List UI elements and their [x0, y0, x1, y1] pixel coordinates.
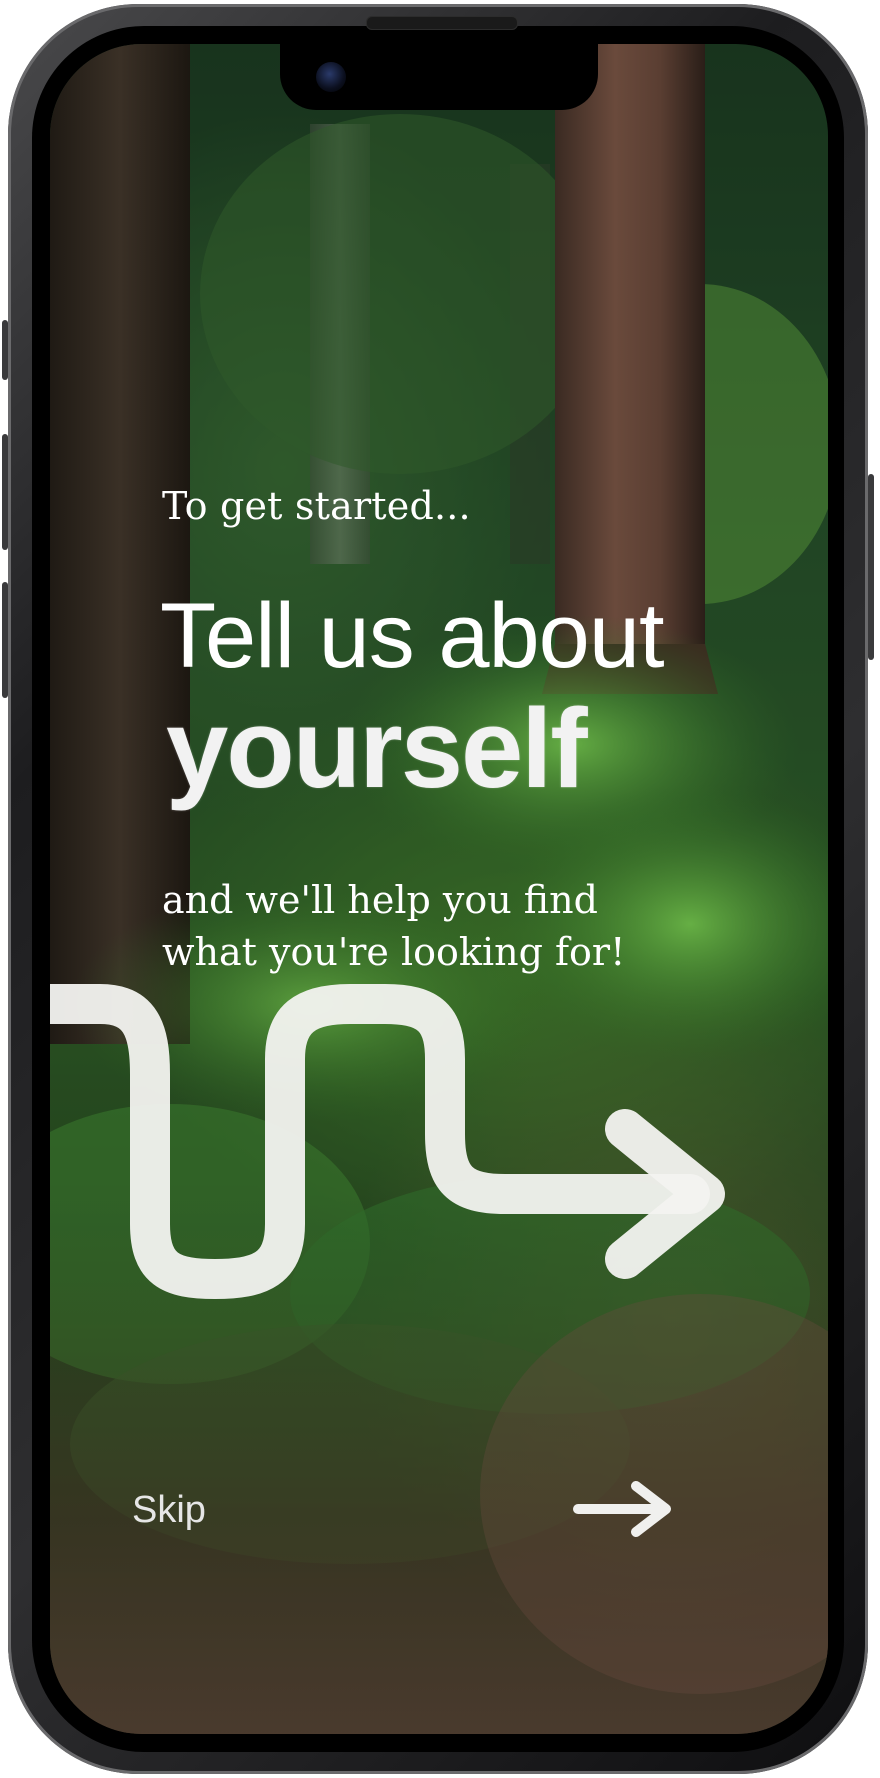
intro-text: To get started...	[162, 484, 471, 528]
next-button[interactable]	[570, 1474, 680, 1544]
screen: To get started... Tell us about yourself…	[50, 44, 828, 1734]
volume-down-button	[2, 582, 8, 698]
headline-emphasis: yourself	[166, 686, 588, 811]
notch	[280, 44, 598, 110]
mute-switch	[2, 320, 8, 380]
subtitle-line-2: what you're looking for!	[162, 930, 626, 974]
earpiece-speaker	[366, 16, 518, 30]
headline: Tell us about	[160, 585, 665, 687]
subtitle-line-1: and we'll help you find	[162, 878, 598, 922]
power-button	[868, 474, 874, 660]
front-camera	[316, 62, 346, 92]
skip-button[interactable]: Skip	[132, 1489, 206, 1532]
subtitle: and we'll help you find what you're look…	[162, 874, 722, 978]
volume-up-button	[2, 434, 8, 550]
right-arrow-icon	[573, 1481, 671, 1537]
